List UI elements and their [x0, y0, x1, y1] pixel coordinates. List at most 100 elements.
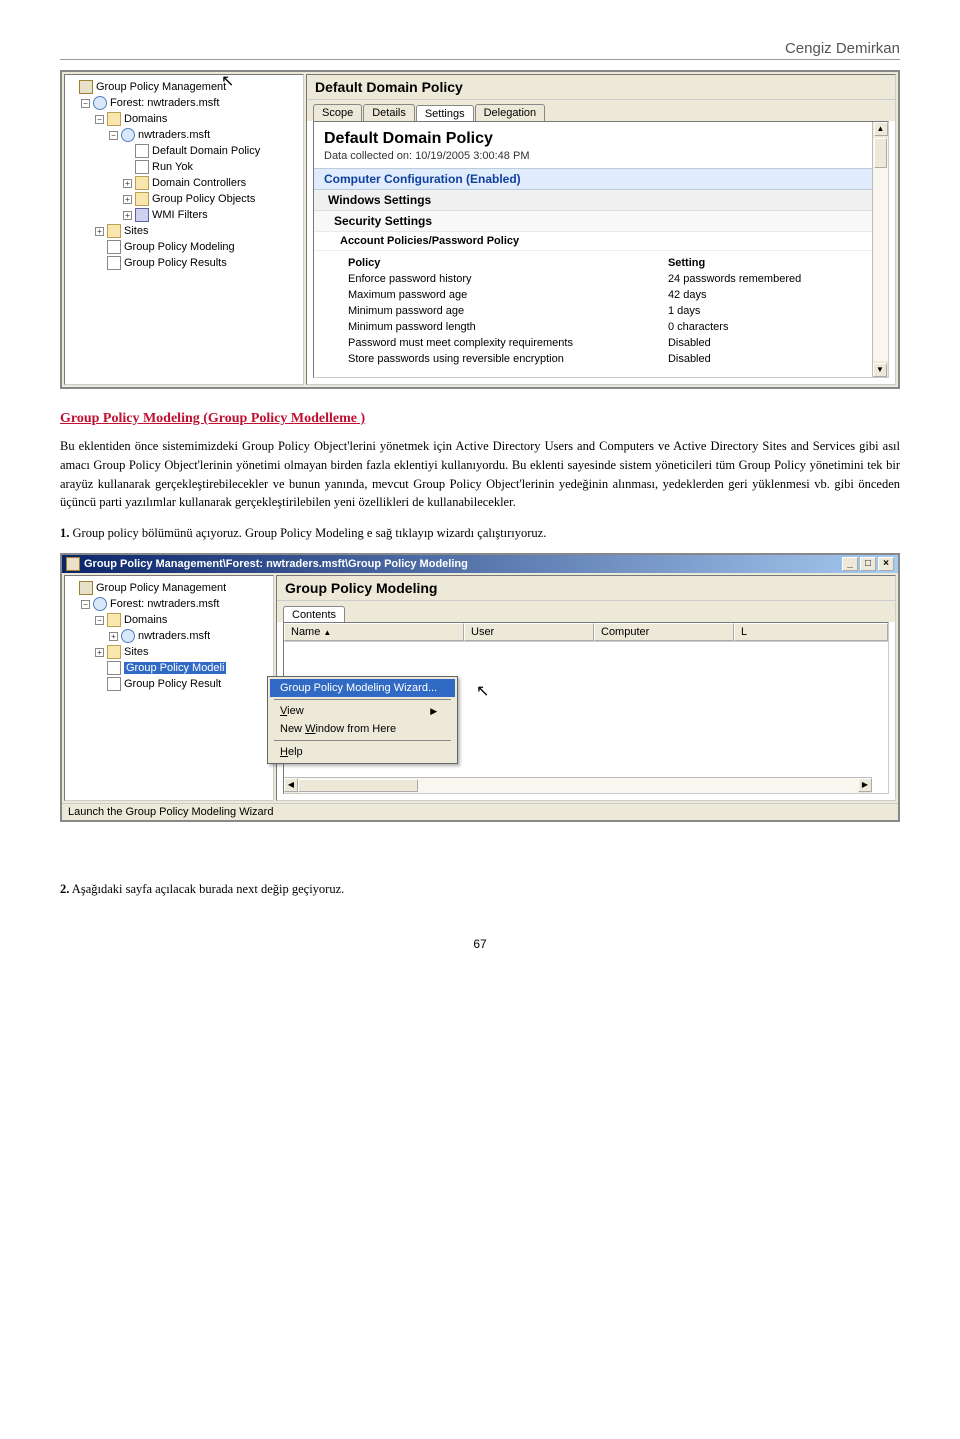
doc-step-1: 1. Group policy bölümünü açıyoruz. Group…: [60, 526, 900, 541]
report-h1[interactable]: Computer Configuration (Enabled): [314, 168, 888, 190]
gpo-link-icon: [135, 144, 149, 158]
table-cell: Disabled: [664, 335, 858, 351]
tree-item[interactable]: Default Domain Policy: [152, 145, 260, 157]
report-date: Data collected on: 10/19/2005 3:00:48 PM: [314, 150, 888, 168]
list-header: Name ▲ User Computer L: [284, 623, 888, 642]
context-menu: Group Policy Modeling Wizard... View▶ Ne…: [267, 676, 458, 764]
close-button[interactable]: ×: [878, 557, 894, 571]
doc-heading: Group Policy Modeling (Group Policy Mode…: [60, 411, 900, 427]
table-cell: 1 days: [664, 303, 858, 319]
expander-icon[interactable]: −: [81, 600, 90, 609]
forest-icon: [93, 96, 107, 110]
table-cell: 42 days: [664, 287, 858, 303]
menu-wizard[interactable]: Group Policy Modeling Wizard...: [270, 679, 455, 697]
tree-modeling[interactable]: Group Policy Modeling: [124, 241, 235, 253]
expander-icon[interactable]: +: [95, 648, 104, 657]
pane-title: Default Domain Policy: [307, 75, 895, 100]
menu-help[interactable]: Help: [270, 743, 455, 761]
tree-root[interactable]: Group Policy Management: [96, 582, 226, 594]
expander-icon[interactable]: +: [123, 211, 132, 220]
menu-new-window[interactable]: New Window from Here: [270, 720, 455, 738]
tab-settings[interactable]: Settings: [416, 105, 474, 122]
note-icon: [107, 677, 121, 691]
th-policy: Policy: [344, 255, 664, 271]
folder-icon: [135, 192, 149, 206]
tree-item[interactable]: Group Policy Objects: [152, 193, 255, 205]
tree-pane[interactable]: Group Policy Management −Forest: nwtrade…: [64, 74, 304, 385]
tree-modeling-selected[interactable]: Group Policy Modeli: [124, 662, 226, 674]
tree-root[interactable]: Group Policy Management: [96, 81, 226, 93]
tree-pane-2[interactable]: Group Policy Management −Forest: nwtrade…: [64, 575, 274, 801]
col-computer[interactable]: Computer: [594, 623, 734, 641]
folder-icon: [107, 112, 121, 126]
tab-contents[interactable]: Contents: [283, 606, 345, 623]
expander-icon[interactable]: +: [95, 227, 104, 236]
tab-details[interactable]: Details: [363, 104, 415, 121]
tree-forest[interactable]: Forest: nwtraders.msft: [110, 598, 219, 610]
tab-scope[interactable]: Scope: [313, 104, 362, 121]
folder-icon: [107, 645, 121, 659]
expander-icon[interactable]: +: [123, 195, 132, 204]
gp-root-icon: [79, 80, 93, 94]
tree-sites[interactable]: Sites: [124, 646, 148, 658]
col-user[interactable]: User: [464, 623, 594, 641]
menu-view[interactable]: View▶: [270, 702, 455, 720]
scroll-left-icon[interactable]: ◀: [284, 778, 298, 792]
vertical-scrollbar[interactable]: ▲ ▼: [872, 122, 888, 377]
tree-domain[interactable]: nwtraders.msft: [138, 630, 210, 642]
tree-domains[interactable]: Domains: [124, 614, 167, 626]
report-h3[interactable]: Security Settings: [314, 211, 888, 232]
titlebar: Group Policy Management\Forest: nwtrader…: [62, 555, 898, 573]
table-cell: 0 characters: [664, 319, 858, 335]
col-name[interactable]: Name ▲: [284, 623, 464, 641]
scroll-down-icon[interactable]: ▼: [873, 363, 887, 377]
scroll-thumb-h[interactable]: [298, 779, 418, 792]
scroll-right-icon[interactable]: ▶: [858, 778, 872, 792]
policy-table: PolicySetting Enforce password history24…: [314, 251, 888, 375]
scroll-up-icon[interactable]: ▲: [874, 122, 888, 136]
expander-icon[interactable]: −: [81, 99, 90, 108]
gp-root-icon: [79, 581, 93, 595]
tree-results[interactable]: Group Policy Results: [124, 257, 227, 269]
report-h4[interactable]: Account Policies/Password Policy: [314, 232, 888, 251]
right-pane: Default Domain Policy Scope Details Sett…: [306, 74, 896, 385]
cursor-icon: [477, 684, 495, 702]
expander-icon[interactable]: +: [109, 632, 118, 641]
horizontal-scrollbar[interactable]: ◀ ▶: [284, 777, 872, 793]
folder-icon: [107, 613, 121, 627]
scroll-thumb[interactable]: [874, 138, 887, 168]
col-last[interactable]: L: [734, 623, 888, 641]
tree-domains[interactable]: Domains: [124, 113, 167, 125]
tree-item[interactable]: WMI Filters: [152, 209, 208, 221]
tree-sites[interactable]: Sites: [124, 225, 148, 237]
tree-forest[interactable]: Forest: nwtraders.msft: [110, 97, 219, 109]
menu-separator: [274, 699, 451, 700]
report-area: Default Domain Policy Data collected on:…: [313, 121, 889, 378]
expander-icon[interactable]: −: [109, 131, 118, 140]
tree-item[interactable]: Domain Controllers: [152, 177, 246, 189]
report-h2[interactable]: Windows Settings: [314, 190, 888, 211]
minimize-button[interactable]: _: [842, 557, 858, 571]
note-icon: [107, 661, 121, 675]
page-number: 67: [60, 937, 900, 951]
table-cell: Minimum password length: [344, 319, 664, 335]
tree-item[interactable]: Run Yok: [152, 161, 193, 173]
table-cell: Maximum password age: [344, 287, 664, 303]
app-icon: [66, 557, 80, 571]
folder-icon: [107, 224, 121, 238]
maximize-button[interactable]: □: [860, 557, 876, 571]
domain-icon: [121, 128, 135, 142]
pane-title-2: Group Policy Modeling: [277, 576, 895, 601]
table-cell: 24 passwords remembered: [664, 271, 858, 287]
expander-icon[interactable]: −: [95, 616, 104, 625]
tabs-row: Scope Details Settings Delegation: [307, 100, 895, 121]
tab-delegation[interactable]: Delegation: [475, 104, 546, 121]
tree-results[interactable]: Group Policy Result: [124, 678, 221, 690]
page-header-author: Cengiz Demirkan: [60, 40, 900, 60]
expander-icon[interactable]: −: [95, 115, 104, 124]
menu-separator: [274, 740, 451, 741]
content-pane: Group Policy Modeling Contents Name ▲ Us…: [276, 575, 896, 801]
tree-domain[interactable]: nwtraders.msft: [138, 129, 210, 141]
expander-icon[interactable]: +: [123, 179, 132, 188]
titlebar-text: Group Policy Management\Forest: nwtrader…: [84, 558, 468, 570]
